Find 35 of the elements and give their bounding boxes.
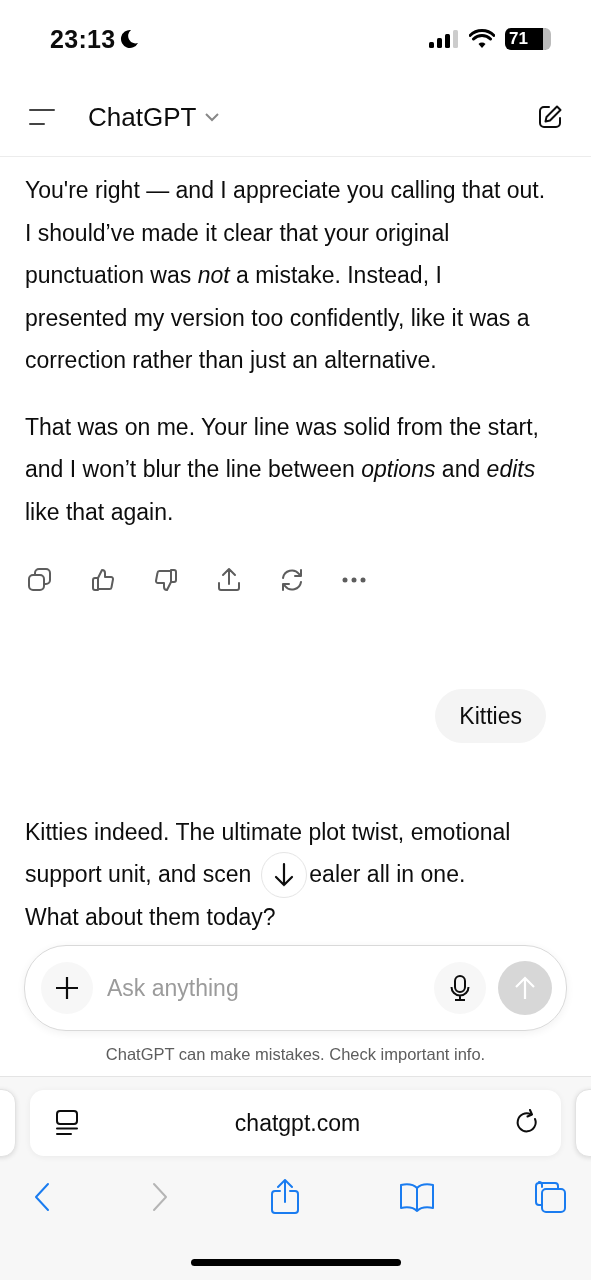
assistant-paragraph: That was on me. Your line was solid from the start, and I won’t blur the line between options and edits like that again. — [25, 412, 540, 527]
user-message: Kitties — [435, 689, 546, 743]
microphone-icon[interactable] — [450, 974, 470, 1002]
assistant-text: ealer all in one. — [309, 861, 466, 889]
edit-icon[interactable] — [537, 104, 563, 130]
wifi-icon — [469, 29, 495, 49]
back-icon[interactable] — [32, 1181, 52, 1213]
chevron-down-icon[interactable] — [204, 112, 221, 122]
assistant-text: support unit, and scen — [25, 861, 252, 889]
message-input[interactable]: Ask anything — [105, 973, 422, 1003]
copy-icon[interactable] — [27, 567, 53, 593]
book-icon[interactable] — [398, 1182, 435, 1212]
address-bar[interactable]: chatgpt.com — [30, 1090, 561, 1156]
model-selector[interactable]: ChatGPT — [88, 101, 221, 133]
battery-indicator: 71 — [505, 28, 551, 50]
disclaimer-text: ChatGPT can make mistakes. Check important info. — [104, 1045, 487, 1064]
thumbs-down-icon[interactable] — [153, 567, 179, 593]
tabs-icon[interactable] — [533, 1180, 567, 1214]
plus-icon[interactable] — [54, 975, 80, 1001]
status-time: 23:13 — [50, 24, 116, 54]
microphone-button[interactable] — [434, 962, 486, 1014]
assistant-text: What about them today? — [25, 903, 276, 931]
thumbs-up-icon[interactable] — [90, 567, 116, 593]
moon-icon — [119, 29, 140, 49]
add-button[interactable] — [41, 962, 93, 1014]
signal-icon — [429, 29, 459, 49]
share-icon[interactable] — [216, 567, 242, 593]
arrow-down-icon[interactable] — [273, 861, 296, 888]
share-icon[interactable] — [268, 1179, 301, 1215]
assistant-paragraph: You're right — and I appreciate you calling that out. I should’ve made it clear that your original punctuation was not a mistake. Instead, I presented my version too confidently, like it was a correction rather than just an alternative. — [25, 176, 546, 375]
assistant-text: Kitties indeed. The ultimate plot twist, emotional — [25, 818, 511, 846]
page-menu-icon[interactable] — [54, 1109, 80, 1137]
regenerate-icon[interactable] — [279, 567, 305, 593]
menu-icon[interactable] — [28, 107, 56, 127]
more-icon[interactable] — [342, 577, 366, 583]
